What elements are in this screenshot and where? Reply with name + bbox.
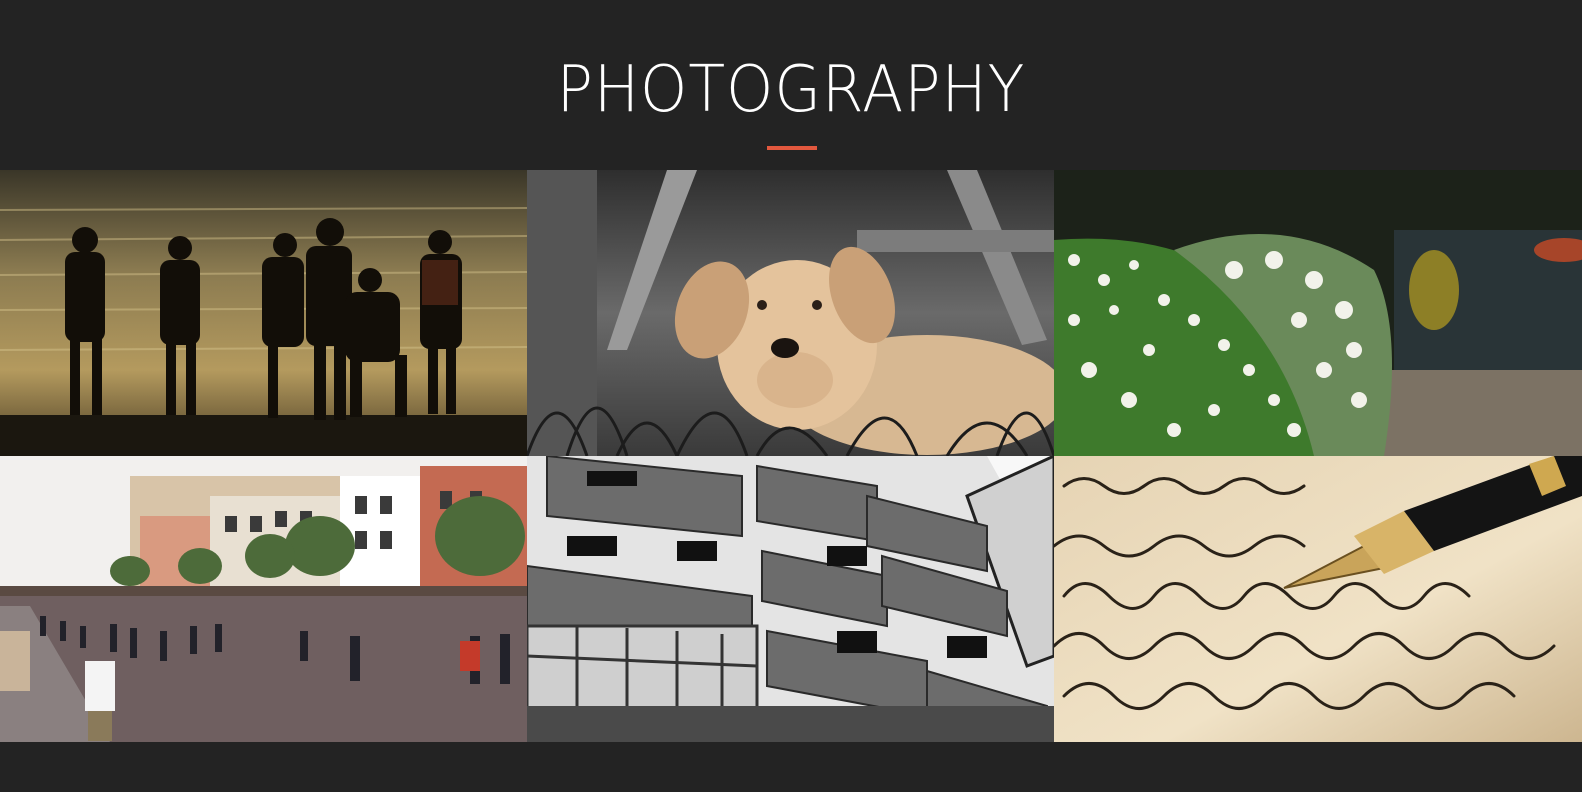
fountain-pen-image: [1054, 456, 1582, 742]
photo-beach-silhouettes[interactable]: [0, 170, 527, 456]
page-title: PHOTOGRAPHY: [556, 53, 1026, 127]
photo-street-crowd[interactable]: [0, 456, 527, 742]
photo-building-facade[interactable]: [527, 456, 1054, 742]
street-crowd-image: [0, 456, 527, 742]
puppy-image: [527, 170, 1054, 456]
photo-grid: [0, 170, 1582, 742]
title-accent-line: [767, 146, 817, 150]
photo-puppy[interactable]: [527, 170, 1054, 456]
beach-silhouettes-image: [0, 170, 527, 456]
building-facade-image: [527, 456, 1054, 742]
photo-fountain-pen[interactable]: [1054, 456, 1582, 742]
photo-daisies[interactable]: [1054, 170, 1582, 456]
header: PHOTOGRAPHY: [0, 0, 1582, 170]
daisies-image: [1054, 170, 1582, 456]
